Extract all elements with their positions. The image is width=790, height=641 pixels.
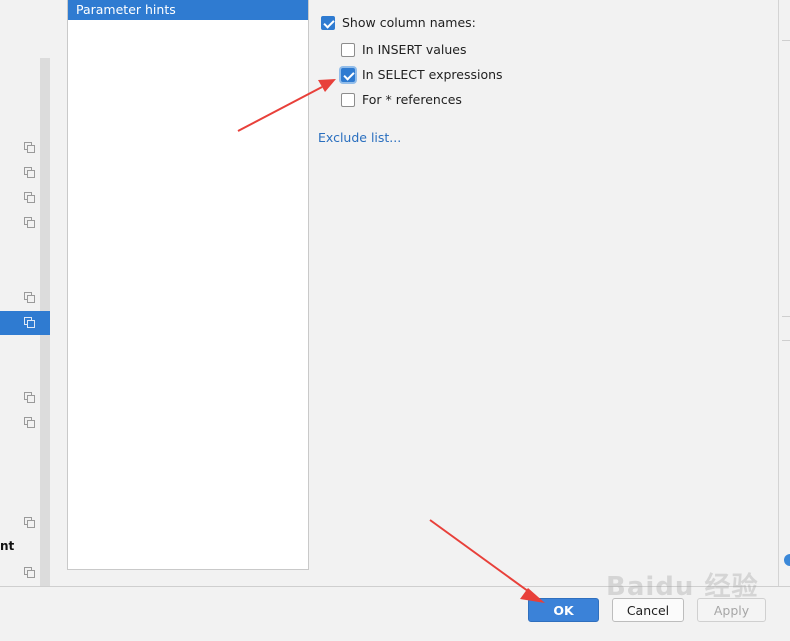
in-select-expressions-label: In SELECT expressions (362, 67, 503, 82)
hints-list-panel: Parameter hints (67, 0, 309, 570)
in-insert-values-checkbox[interactable] (341, 42, 355, 57)
in-insert-values-option[interactable]: In INSERT values (341, 42, 467, 57)
copy-icon (24, 567, 35, 578)
right-edge-divider (782, 340, 790, 341)
copy-icon (24, 217, 35, 228)
copy-icon (24, 392, 35, 403)
show-column-names-checkbox[interactable] (321, 15, 335, 30)
list-item-parameter-hints[interactable]: Parameter hints (68, 0, 308, 20)
in-select-expressions-checkbox[interactable] (341, 67, 355, 82)
right-edge-strip (778, 0, 790, 586)
copy-icon (24, 142, 35, 153)
baidu-watermark: Baidu 经验 (606, 572, 759, 602)
ok-button[interactable]: OK (528, 598, 599, 622)
settings-tree-item-label[interactable]: nt (0, 539, 14, 553)
for-star-references-checkbox[interactable] (341, 92, 355, 107)
in-insert-values-label: In INSERT values (362, 42, 467, 57)
show-column-names-option[interactable]: Show column names: (321, 15, 476, 30)
copy-icon (24, 417, 35, 428)
copy-icon (24, 517, 35, 528)
for-star-references-option[interactable]: For * references (341, 92, 462, 107)
in-select-expressions-option[interactable]: In SELECT expressions (341, 67, 503, 82)
show-column-names-label: Show column names: (342, 15, 476, 30)
right-edge-divider (782, 40, 790, 41)
info-icon[interactable] (784, 554, 790, 566)
copy-icon (24, 317, 35, 328)
for-star-references-label: For * references (362, 92, 462, 107)
copy-icon (24, 292, 35, 303)
exclude-list-link[interactable]: Exclude list... (318, 130, 401, 145)
right-edge-divider (782, 316, 790, 317)
copy-icon (24, 192, 35, 203)
copy-icon (24, 167, 35, 178)
